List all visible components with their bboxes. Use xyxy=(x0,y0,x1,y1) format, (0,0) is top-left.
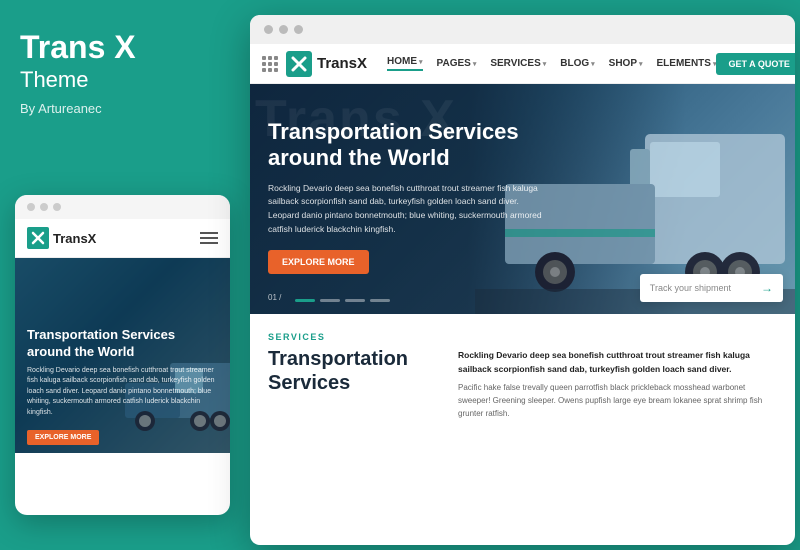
slide-dot-3[interactable] xyxy=(345,299,365,302)
services-content: Transportation Services Rockling Devario… xyxy=(268,347,777,421)
mobile-logo-icon xyxy=(27,227,49,249)
services-title: Transportation Services xyxy=(268,347,438,395)
mobile-navbar: TransX xyxy=(15,219,230,258)
slide-number: 01 / xyxy=(268,293,281,302)
services-bold-description: Rockling Devario deep sea bonefish cutth… xyxy=(458,349,777,376)
hero-content: Transportation Services around the World… xyxy=(268,119,548,274)
desktop-navbar: TransX HOME▾ PAGES▾ SERVICES▾ BLOG▾ SHOP… xyxy=(250,44,795,84)
mobile-logo: TransX xyxy=(27,227,96,249)
track-arrow-icon: → xyxy=(761,281,773,295)
nav-home[interactable]: HOME▾ xyxy=(387,56,423,71)
mobile-hero-title: Transportation Services around the World xyxy=(27,327,220,361)
desktop-dot-1 xyxy=(264,25,273,34)
desktop-nav-links: HOME▾ PAGES▾ SERVICES▾ BLOG▾ SHOP▾ ELEME… xyxy=(387,56,716,71)
mobile-hero-content: Transportation Services around the World… xyxy=(27,327,220,418)
services-section: SERVICES Transportation Services Rocklin… xyxy=(250,314,795,431)
desktop-preview: TransX HOME▾ PAGES▾ SERVICES▾ BLOG▾ SHOP… xyxy=(250,15,795,545)
get-quote-button[interactable]: GET A QUOTE xyxy=(716,53,795,75)
nav-shop[interactable]: SHOP▾ xyxy=(609,56,643,71)
track-shipment-label: Track your shipment xyxy=(650,283,731,293)
desktop-logo-icon xyxy=(286,51,312,77)
nav-services[interactable]: SERVICES▾ xyxy=(490,56,546,71)
services-desc-block: Rockling Devario deep sea bonefish cutth… xyxy=(458,347,777,421)
theme-title: Trans X xyxy=(20,30,225,65)
grid-icon xyxy=(262,56,278,72)
mobile-preview-card: TransX Transportation Services aroun xyxy=(15,195,230,515)
hero-description: Rockling Devario deep sea bonefish cutth… xyxy=(268,182,548,236)
mobile-dots-bar xyxy=(15,195,230,219)
slide-dot-1[interactable] xyxy=(295,299,315,302)
services-description: Pacific hake false trevally queen parrot… xyxy=(458,382,777,420)
track-shipment-bar[interactable]: Track your shipment → xyxy=(640,274,783,302)
desktop-dots-bar xyxy=(250,15,795,44)
nav-pages[interactable]: PAGES▾ xyxy=(437,56,477,71)
slide-dot-4[interactable] xyxy=(370,299,390,302)
services-title-block: Transportation Services xyxy=(268,347,438,421)
mobile-logo-text: TransX xyxy=(53,231,96,246)
desktop-dot-2 xyxy=(279,25,288,34)
services-label: SERVICES xyxy=(268,332,777,342)
mobile-hero: Transportation Services around the World… xyxy=(15,258,230,453)
desktop-dot-3 xyxy=(294,25,303,34)
mobile-dot-1 xyxy=(27,203,35,211)
hero-explore-button[interactable]: EXPLORE MORE xyxy=(268,250,369,274)
theme-author: By Artureanec xyxy=(20,101,225,116)
desktop-logo[interactable]: TransX xyxy=(286,51,367,77)
mobile-dot-3 xyxy=(53,203,61,211)
mobile-explore-btn[interactable]: EXPLORE MORE xyxy=(27,430,99,445)
nav-elements[interactable]: ELEMENTS▾ xyxy=(657,56,717,71)
hero-main-title: Transportation Services around the World xyxy=(268,119,548,172)
mobile-hero-desc: Rockling Devario deep sea bonefish cutth… xyxy=(27,366,220,419)
desktop-logo-text: TransX xyxy=(317,55,367,72)
desktop-hero: Trans X Tra xyxy=(250,84,795,314)
mobile-dot-2 xyxy=(40,203,48,211)
slide-indicators xyxy=(295,299,390,302)
hamburger-menu[interactable] xyxy=(200,232,218,244)
left-panel: Trans X Theme By Artureanec TransX xyxy=(0,0,245,550)
slide-dot-2[interactable] xyxy=(320,299,340,302)
nav-blog[interactable]: BLOG▾ xyxy=(560,56,594,71)
theme-subtitle: Theme xyxy=(20,67,225,93)
